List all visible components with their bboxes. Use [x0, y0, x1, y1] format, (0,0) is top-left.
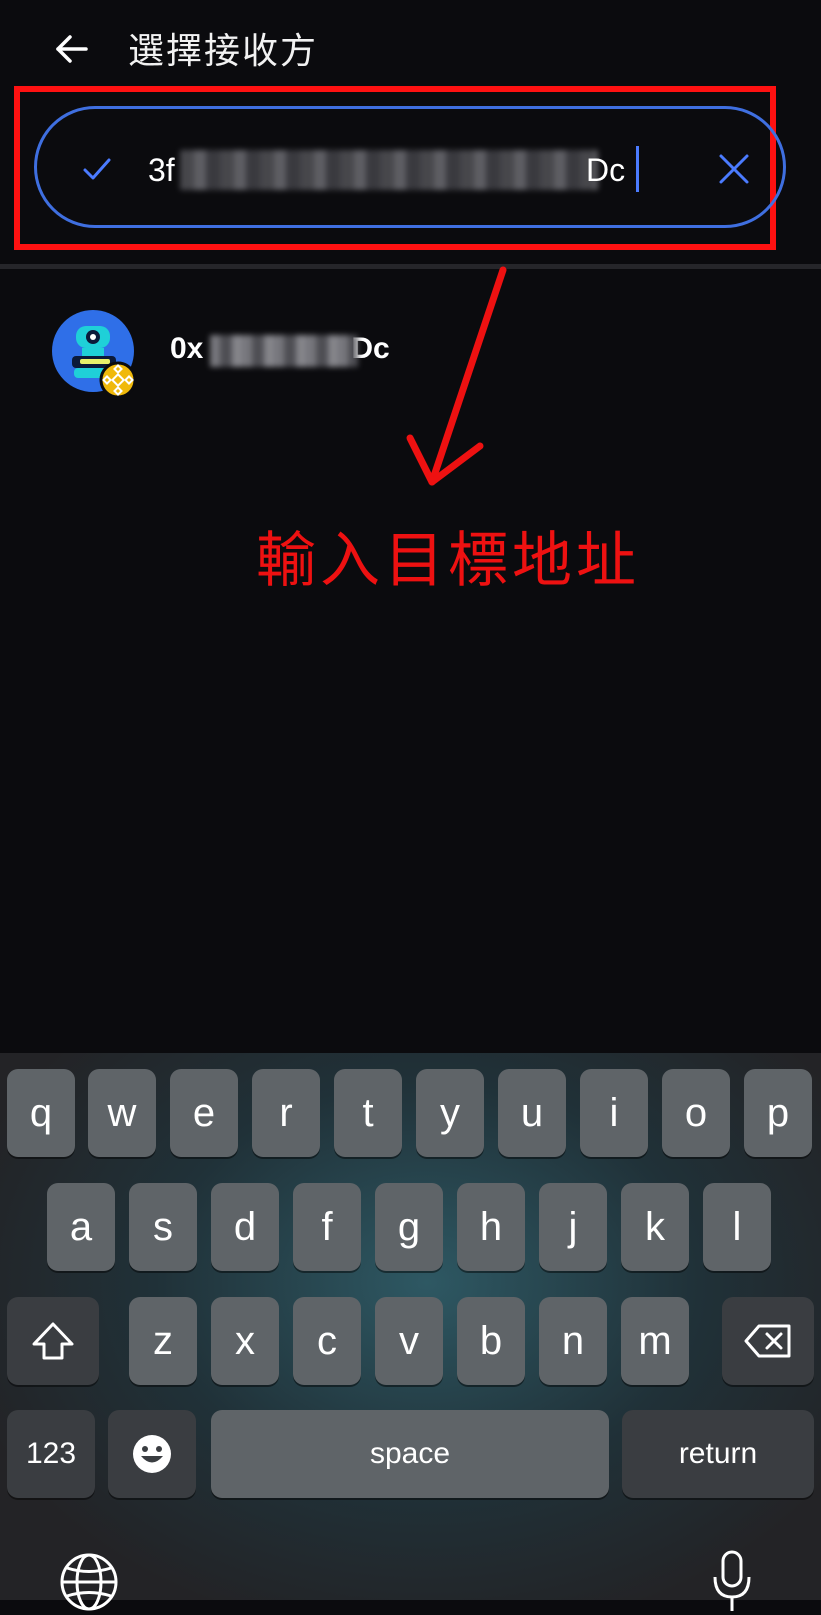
key-o[interactable]: o	[662, 1069, 730, 1157]
emoji-smile-icon	[133, 1435, 171, 1473]
key-z[interactable]: z	[129, 1297, 197, 1385]
address-input-text[interactable]: 3f	[148, 148, 175, 192]
text-caret	[636, 146, 639, 192]
key-f[interactable]: f	[293, 1183, 361, 1271]
shift-arrow-icon	[32, 1322, 74, 1360]
arrow-left-icon[interactable]	[50, 28, 92, 70]
return-key[interactable]: return	[622, 1410, 814, 1498]
numbers-key[interactable]: 123	[7, 1410, 95, 1498]
key-m[interactable]: m	[621, 1297, 689, 1385]
annotation-arrow-icon	[406, 266, 507, 486]
redacted-address-segment	[180, 150, 598, 190]
page-title: 選擇接收方	[128, 31, 319, 72]
key-n[interactable]: n	[539, 1297, 607, 1385]
backspace-key[interactable]	[722, 1297, 814, 1385]
key-w[interactable]: w	[88, 1069, 156, 1157]
annotation-text: 輸入目標地址	[256, 526, 640, 596]
address-input-suffix: Dc	[586, 152, 626, 188]
key-j[interactable]: j	[539, 1183, 607, 1271]
key-x[interactable]: x	[211, 1297, 279, 1385]
globe-icon[interactable]	[58, 1551, 120, 1613]
key-l[interactable]: l	[703, 1183, 771, 1271]
redacted-recipient-segment	[210, 335, 358, 367]
backspace-icon	[744, 1324, 791, 1358]
key-p[interactable]: p	[744, 1069, 812, 1157]
key-r[interactable]: r	[252, 1069, 320, 1157]
key-q[interactable]: q	[7, 1069, 75, 1157]
key-d[interactable]: d	[211, 1183, 279, 1271]
key-i[interactable]: i	[580, 1069, 648, 1157]
address-input-prefix: 3f	[148, 152, 175, 188]
microphone-icon[interactable]	[710, 1549, 754, 1615]
key-a[interactable]: a	[47, 1183, 115, 1271]
robot-avatar-icon	[52, 310, 137, 396]
key-b[interactable]: b	[457, 1297, 525, 1385]
close-icon[interactable]	[715, 150, 753, 188]
key-g[interactable]: g	[375, 1183, 443, 1271]
key-y[interactable]: y	[416, 1069, 484, 1157]
on-screen-keyboard: q w e r t y u i o p a s d f g h j k l z …	[0, 1053, 821, 1611]
key-s[interactable]: s	[129, 1183, 197, 1271]
checkmark-icon	[83, 158, 111, 180]
key-v[interactable]: v	[375, 1297, 443, 1385]
key-u[interactable]: u	[498, 1069, 566, 1157]
key-k[interactable]: k	[621, 1183, 689, 1271]
shift-key[interactable]	[7, 1297, 99, 1385]
key-e[interactable]: e	[170, 1069, 238, 1157]
key-h[interactable]: h	[457, 1183, 525, 1271]
space-key[interactable]: space	[211, 1410, 609, 1498]
key-t[interactable]: t	[334, 1069, 402, 1157]
key-c[interactable]: c	[293, 1297, 361, 1385]
emoji-key[interactable]	[108, 1410, 196, 1498]
recipient-address-prefix: 0x	[170, 332, 204, 365]
header: 選擇接收方	[0, 0, 821, 95]
